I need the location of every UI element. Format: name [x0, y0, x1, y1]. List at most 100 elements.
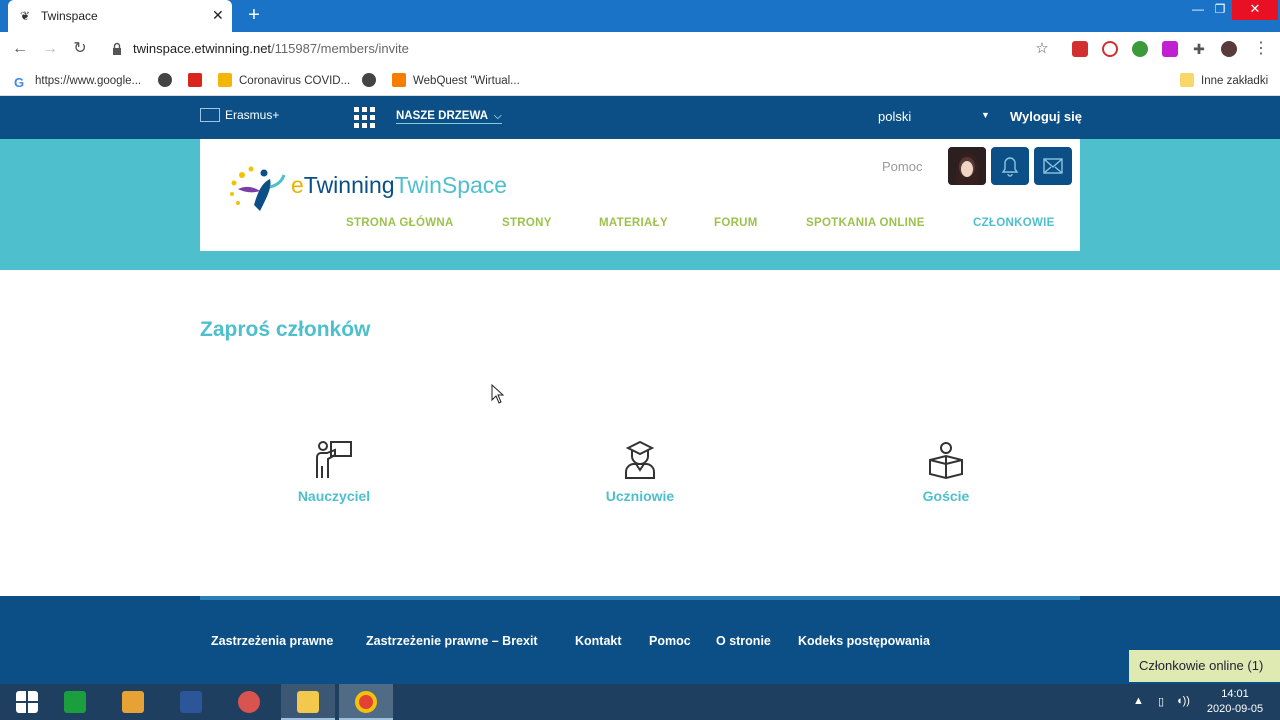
globe-icon: [362, 73, 376, 87]
taskbar-explorer[interactable]: [281, 684, 335, 720]
logo-e: e: [291, 172, 304, 198]
erasmus-link[interactable]: Erasmus+: [200, 108, 279, 122]
tab-title: Twinspace: [41, 9, 98, 23]
clock-date: 2020-09-05: [1206, 703, 1264, 715]
window-close-icon[interactable]: ✕: [1232, 0, 1278, 20]
footer-link-code[interactable]: Kodeks postępowania: [798, 634, 930, 648]
language-select[interactable]: polski: [878, 109, 911, 124]
help-link[interactable]: Pomoc: [882, 159, 922, 174]
windows-logo-icon: [16, 691, 38, 713]
nav-forum[interactable]: FORUM: [714, 217, 758, 229]
globe-icon: [158, 73, 172, 87]
maximize-icon[interactable]: ❐: [1210, 0, 1230, 20]
lock-icon: [113, 42, 121, 55]
student-icon: [625, 440, 655, 479]
site-footer: Zastrzeżenia prawne Zastrzeżenie prawne …: [0, 596, 1280, 684]
forward-icon[interactable]: →: [41, 40, 59, 58]
main-navigation: STRONA GŁÓWNA STRONY MATERIAŁY FORUM SPO…: [200, 217, 1080, 235]
notifications-button[interactable]: [991, 147, 1029, 185]
bookmark-flash[interactable]: [188, 72, 209, 90]
taskbar-store[interactable]: [48, 684, 102, 720]
user-avatar[interactable]: [948, 147, 986, 185]
bookmark-globe[interactable]: [158, 72, 179, 90]
bookmark-webquest[interactable]: WebQuest "Wirtual...: [392, 72, 520, 90]
role-teacher[interactable]: Nauczyciel: [274, 440, 394, 510]
taskbar-paint[interactable]: [106, 684, 160, 720]
nav-pages[interactable]: STRONY: [502, 217, 552, 229]
extension-note-icon[interactable]: [1162, 41, 1178, 57]
trees-dropdown[interactable]: NASZE DRZEWA ⌵: [396, 110, 502, 124]
close-tab-icon[interactable]: ✕: [212, 7, 224, 24]
role-guests[interactable]: Goście: [886, 440, 1006, 510]
footer-link-contact[interactable]: Kontakt: [575, 634, 622, 648]
twinspace-favicon-icon: ❦: [20, 9, 31, 23]
snipping-tool-icon: [238, 691, 260, 713]
online-members-badge[interactable]: Członkowie online (1): [1129, 650, 1280, 682]
blogger-icon: [392, 73, 406, 87]
guest-icon: [929, 442, 963, 480]
flash-icon: [188, 73, 202, 87]
extension-shield-icon[interactable]: [1072, 41, 1088, 57]
bookmark-label: WebQuest "Wirtual...: [413, 75, 520, 87]
browser-tab[interactable]: ❦ Twinspace ✕: [8, 0, 232, 32]
taskbar-snipping[interactable]: [222, 684, 276, 720]
battery-icon[interactable]: ▯: [1158, 695, 1164, 708]
messages-button[interactable]: [1034, 147, 1072, 185]
other-bookmarks[interactable]: Inne zakładki: [1180, 72, 1268, 90]
header-card: eTwinningTwinSpace Pomoc STRONA GŁÓWNA S…: [200, 139, 1080, 251]
menu-dots-icon[interactable]: ⋮: [1252, 40, 1270, 58]
windows-taskbar: ▲ ▯ ◖)) 14:01 2020-09-05: [0, 684, 1280, 720]
etwinning-logo-icon: [230, 166, 286, 211]
nav-members[interactable]: CZŁONKOWIE: [973, 217, 1055, 229]
caret-down-icon[interactable]: ▼: [981, 110, 990, 120]
profile-avatar-icon[interactable]: [1221, 41, 1237, 57]
bookmark-globe-2[interactable]: [362, 72, 383, 90]
start-button[interactable]: [0, 684, 54, 720]
bookmark-google[interactable]: Ghttps://www.google...: [14, 72, 141, 90]
bookmark-covid[interactable]: Coronavirus COVID...: [218, 72, 350, 90]
chevron-down-icon: ⌵: [494, 111, 502, 122]
bell-icon: [1001, 157, 1019, 177]
reload-icon[interactable]: ↻: [71, 40, 89, 58]
new-tab-button[interactable]: +: [244, 4, 264, 26]
bookmarks-bar: Ghttps://www.google... Coronavirus COVID…: [0, 66, 1280, 96]
site-top-nav: Erasmus+ NASZE DRZEWA ⌵ polski ▼ Wyloguj …: [0, 96, 1280, 139]
logo-twinspace: TwinSpace: [394, 172, 508, 198]
google-icon: G: [14, 75, 25, 90]
apps-grid-icon[interactable]: [354, 107, 377, 129]
nav-materials[interactable]: MATERIAŁY: [599, 217, 668, 229]
footer-link-help[interactable]: Pomoc: [649, 634, 691, 648]
etwinning-wordmark: eTwinningTwinSpace: [291, 172, 507, 199]
taskbar-chrome[interactable]: [339, 684, 393, 720]
minimize-icon[interactable]: —: [1188, 0, 1208, 20]
erasmus-label: Erasmus+: [225, 108, 280, 122]
logo-twinning: Twinning: [303, 172, 395, 198]
nav-online-meetings[interactable]: SPOTKANIA ONLINE: [806, 217, 925, 229]
extension-globe-icon[interactable]: [1132, 41, 1148, 57]
url-path: /115987/members/invite: [271, 41, 409, 56]
footer-link-brexit[interactable]: Zastrzeżenie prawne – Brexit: [366, 634, 538, 648]
address-bar: ← → ↻ twinspace.etwinning.net/115987/mem…: [0, 32, 1280, 66]
tray-clock[interactable]: 14:01 2020-09-05: [1200, 687, 1270, 717]
bookmark-star-icon[interactable]: ☆: [1033, 40, 1051, 58]
back-icon[interactable]: ←: [11, 40, 29, 58]
clock-time: 14:01: [1221, 688, 1249, 700]
nav-home[interactable]: STRONA GŁÓWNA: [346, 217, 454, 229]
url-field[interactable]: twinspace.etwinning.net/115987/members/i…: [133, 41, 409, 56]
envelope-icon: [1043, 158, 1063, 174]
site-icon: [218, 73, 232, 87]
footer-link-about[interactable]: O stronie: [716, 634, 771, 648]
logout-link[interactable]: Wyloguj się: [1010, 109, 1082, 124]
url-host: twinspace.etwinning.net: [133, 41, 272, 56]
tray-expand-icon[interactable]: ▲: [1133, 695, 1144, 707]
volume-icon[interactable]: ◖)): [1176, 695, 1190, 707]
page-title: Zaproś członków: [200, 318, 371, 341]
role-label: Nauczyciel: [297, 488, 371, 504]
extension-block-icon[interactable]: [1102, 41, 1118, 57]
trees-label: NASZE DRZEWA: [396, 110, 488, 122]
taskbar-word[interactable]: [164, 684, 218, 720]
chrome-icon: [355, 691, 377, 713]
extensions-puzzle-icon[interactable]: ✚: [1190, 40, 1208, 58]
role-students[interactable]: Uczniowie: [580, 440, 700, 510]
footer-link-legal[interactable]: Zastrzeżenia prawne: [211, 634, 333, 648]
